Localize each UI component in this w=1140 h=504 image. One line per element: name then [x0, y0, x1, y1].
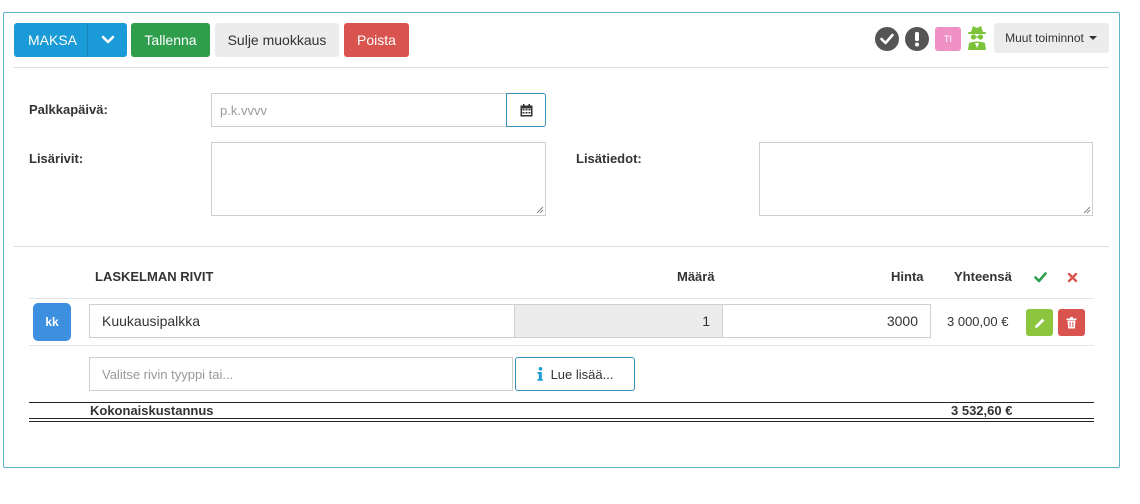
remove-all-x-icon[interactable]	[1067, 272, 1078, 283]
pay-button-label: MAKSA	[28, 32, 78, 48]
row-type-badge-label: kk	[45, 315, 59, 329]
header-rows: LASKELMAN RIVIT	[95, 269, 214, 284]
form-divider	[14, 246, 1109, 247]
header-price: Hinta	[891, 269, 924, 284]
resize-grip-icon[interactable]	[536, 206, 544, 214]
total-bottom-line-2	[29, 421, 1094, 422]
total-bottom-line-1	[29, 418, 1094, 419]
delete-button-label: Poista	[357, 32, 396, 48]
row-price-input[interactable]: 3000	[722, 304, 931, 338]
save-button[interactable]: Tallenna	[131, 23, 210, 57]
accept-all-check-icon[interactable]	[1034, 272, 1047, 283]
exclamation-circle-icon[interactable]	[905, 27, 929, 51]
caret-down-icon	[1088, 36, 1097, 40]
pay-button[interactable]: MAKSA	[14, 23, 87, 57]
close-edit-button[interactable]: Sulje muokkaus	[215, 23, 339, 57]
payroll-edit-panel: MAKSA Tallenna Sulje muokkaus Poista TI …	[3, 12, 1120, 468]
check-circle-icon[interactable]	[875, 27, 899, 51]
resize-grip-icon[interactable]	[1083, 206, 1091, 214]
save-button-label: Tallenna	[144, 32, 197, 48]
calendar-button[interactable]	[506, 93, 546, 127]
row-divider	[29, 345, 1094, 346]
row-price-value: 3000	[886, 313, 918, 329]
extra-info-label: Lisätiedot:	[576, 151, 642, 166]
payday-input[interactable]	[211, 93, 507, 127]
header-quantity: Määrä	[677, 269, 715, 284]
row-quantity-value: 1	[702, 313, 710, 329]
read-more-button[interactable]: Lue lisää...	[515, 357, 635, 391]
total-label: Kokonaiskustannus	[90, 403, 214, 418]
extra-info-textarea[interactable]	[759, 142, 1093, 216]
row-name-input[interactable]: Kuukausipalkka	[89, 304, 515, 338]
row-total-value: 3 000,00 €	[947, 314, 1009, 329]
trash-icon	[1066, 316, 1077, 328]
user-secret-icon[interactable]	[965, 23, 989, 51]
avatar-initials: TI	[944, 34, 952, 44]
pay-dropdown-button[interactable]	[87, 23, 127, 57]
row-name-value: Kuukausipalkka	[102, 313, 201, 329]
chevron-down-icon	[101, 35, 114, 44]
toolbar-divider	[14, 67, 1109, 68]
delete-row-button[interactable]	[1058, 309, 1085, 336]
row-quantity-input: 1	[514, 304, 723, 338]
pencil-icon	[1034, 318, 1044, 328]
more-actions-dropdown[interactable]: Muut toiminnot	[994, 23, 1109, 53]
info-icon	[537, 367, 543, 381]
extra-rows-textarea[interactable]	[211, 142, 546, 216]
read-more-label: Lue lisää...	[550, 366, 614, 382]
row-type-badge[interactable]: kk	[33, 303, 71, 341]
header-total: Yhteensä	[954, 269, 1012, 284]
payday-label: Palkkapäivä:	[29, 102, 108, 117]
more-actions-label: Muut toiminnot	[1005, 31, 1084, 45]
user-avatar[interactable]: TI	[935, 27, 961, 51]
header-divider	[29, 298, 1094, 299]
edit-row-button[interactable]	[1026, 309, 1053, 336]
delete-button[interactable]: Poista	[344, 23, 409, 57]
new-row-type-input[interactable]	[89, 357, 513, 391]
calendar-icon	[520, 103, 532, 116]
total-value: 3 532,60 €	[951, 403, 1013, 418]
extra-rows-label: Lisärivit:	[29, 151, 84, 166]
close-edit-button-label: Sulje muokkaus	[227, 32, 327, 48]
